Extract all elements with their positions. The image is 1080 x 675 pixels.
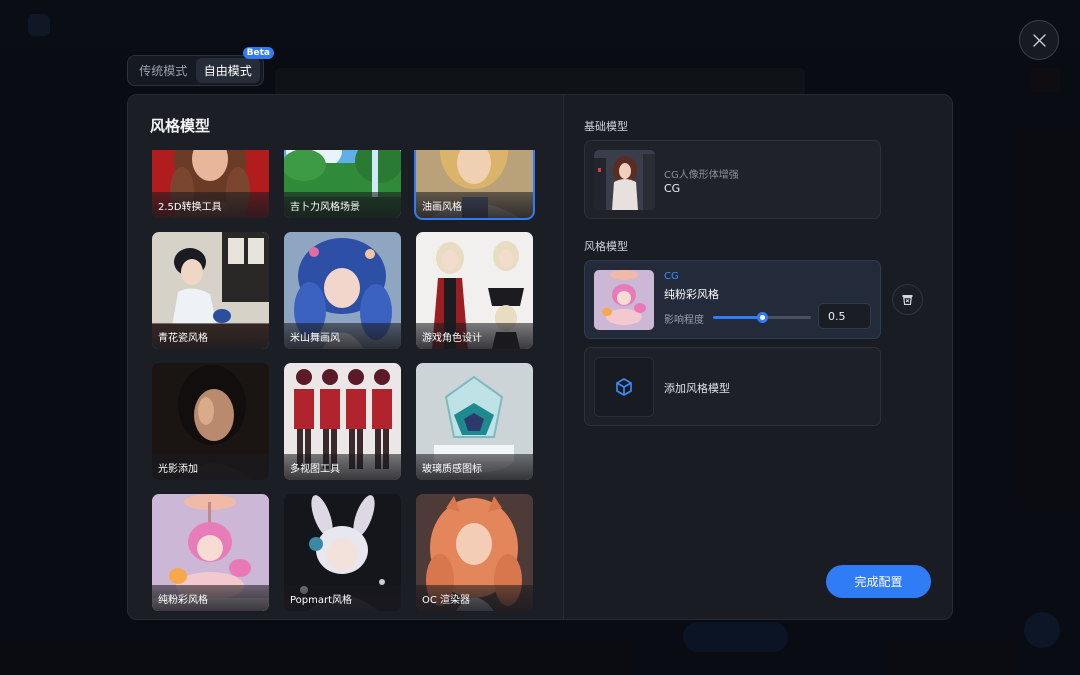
style-card-glass-icon[interactable]: 玻璃质感图标 [416, 363, 533, 480]
base-model-name: CG人像形体增强 [664, 170, 739, 181]
close-button[interactable] [1019, 20, 1059, 60]
base-model-type: CG [664, 182, 681, 195]
card-label: 玻璃质感图标 [416, 454, 533, 480]
style-model-tag: CG [664, 271, 679, 282]
style-card-game-character[interactable]: 游戏角色设计 [416, 232, 533, 349]
selected-style-card[interactable]: CG 纯粉彩风格 影响程度 [584, 260, 881, 339]
model-config-panel: 基础模型 CG人像形体增强 CG 风格模型 CG 纯粉彩风格 影响程度 0.5 … [584, 95, 952, 619]
add-style-model-button[interactable]: 添加风格模型 [584, 347, 881, 426]
trash-icon [902, 295, 913, 305]
card-label: 米山舞画风 [284, 323, 401, 349]
style-config-modal: 风格模型 2.5D转换工具 吉卜力风格场景 油画风格 青花瓷风格 米山舞画风 游… [127, 94, 953, 620]
style-card-lighting[interactable]: 光影添加 [152, 363, 269, 480]
card-label: Popmart风格 [284, 585, 401, 611]
base-model-section-label: 基础模型 [584, 120, 628, 133]
style-model-section-label: 风格模型 [584, 240, 628, 253]
cube-icon [616, 378, 632, 396]
style-card-popmart[interactable]: Popmart风格 [284, 494, 401, 611]
add-style-label: 添加风格模型 [664, 382, 730, 395]
add-style-thumbnail [594, 357, 654, 417]
base-model-card[interactable]: CG人像形体增强 CG [584, 140, 881, 219]
style-card-yoneyama[interactable]: 米山舞画风 [284, 232, 401, 349]
style-card-pastel[interactable]: 纯粉彩风格 [152, 494, 269, 611]
style-grid[interactable]: 2.5D转换工具 吉卜力风格场景 油画风格 青花瓷风格 米山舞画风 游戏角色设计… [152, 150, 542, 616]
beta-badge: Beta [242, 47, 274, 59]
influence-slider-fill [713, 316, 762, 319]
finish-config-button[interactable]: 完成配置 [826, 565, 931, 598]
style-card-oc-renderer[interactable]: OC 渲染器 [416, 494, 533, 611]
tab-free-mode[interactable]: 自由模式 Beta [195, 47, 274, 83]
card-label: 多视图工具 [284, 454, 401, 480]
base-model-thumbnail [594, 150, 655, 210]
card-label: 纯粉彩风格 [152, 585, 269, 611]
influence-value-input[interactable] [818, 303, 871, 329]
style-model-thumbnail [594, 270, 654, 330]
card-label: 吉卜力风格场景 [284, 192, 401, 218]
card-label: 光影添加 [152, 454, 269, 480]
style-card-multi-view[interactable]: 多视图工具 [284, 363, 401, 480]
card-label: OC 渲染器 [416, 585, 533, 611]
style-card-2-5d[interactable]: 2.5D转换工具 [152, 150, 269, 218]
tab-traditional-mode[interactable]: 传统模式 [131, 58, 196, 83]
card-label: 油画风格 [416, 192, 533, 218]
style-model-name: 纯粉彩风格 [664, 288, 719, 301]
style-card-oil-painting[interactable]: 油画风格 [416, 150, 533, 218]
mode-toggle: 传统模式 自由模式 Beta [127, 47, 274, 86]
tab-free-mode-label: 自由模式 [203, 64, 252, 78]
card-label: 青花瓷风格 [152, 323, 269, 349]
card-label: 2.5D转换工具 [152, 192, 269, 218]
style-model-library: 风格模型 2.5D转换工具 吉卜力风格场景 油画风格 青花瓷风格 米山舞画风 游… [128, 95, 564, 619]
influence-slider[interactable] [713, 312, 811, 323]
delete-style-button[interactable] [892, 284, 923, 315]
style-card-porcelain[interactable]: 青花瓷风格 [152, 232, 269, 349]
library-title: 风格模型 [150, 117, 211, 135]
close-icon [1032, 33, 1046, 47]
style-card-ghibli[interactable]: 吉卜力风格场景 [284, 150, 401, 218]
influence-slider-handle[interactable] [757, 312, 768, 323]
card-label: 游戏角色设计 [416, 323, 533, 349]
influence-label: 影响程度 [664, 315, 704, 326]
